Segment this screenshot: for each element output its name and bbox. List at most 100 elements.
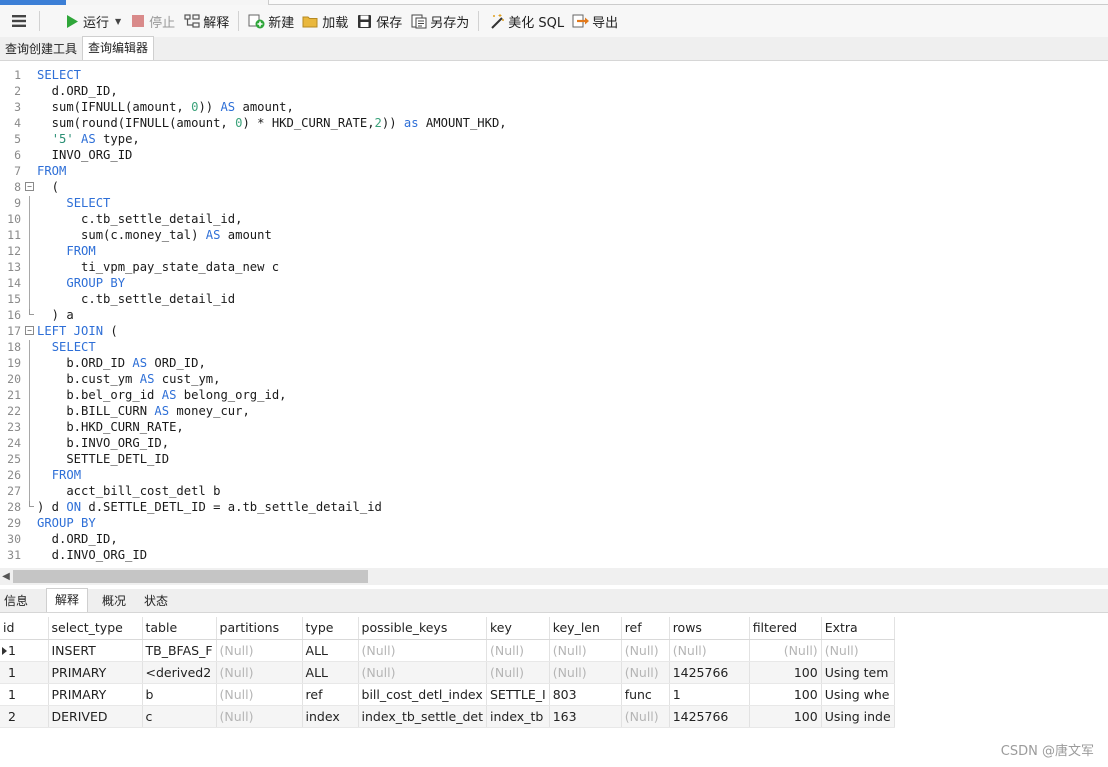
- stop-button[interactable]: 停止: [125, 9, 179, 33]
- code-line[interactable]: 7 FROM: [0, 163, 1108, 179]
- code-line[interactable]: 5 '5' AS type,: [0, 131, 1108, 147]
- cell-key[interactable]: SETTLE_I: [486, 683, 550, 706]
- cell-table[interactable]: TB_BFAS_F: [142, 639, 217, 662]
- table-row[interactable]: 1 PRIMARY <derived2 (Null) ALL (Null) (Null) (N…: [0, 661, 895, 684]
- code-line[interactable]: 1 SELECT: [0, 67, 1108, 83]
- fold-toggle-icon[interactable]: −: [25, 182, 34, 191]
- cell-id[interactable]: 1: [0, 661, 49, 684]
- cell-filtered[interactable]: 100: [749, 683, 822, 706]
- menu-button[interactable]: [4, 9, 34, 33]
- cell-ref[interactable]: (Null): [621, 661, 670, 684]
- code-line[interactable]: 25 SETTLE_DETL_ID: [0, 451, 1108, 467]
- cell-key_len[interactable]: 163: [549, 705, 622, 728]
- code-line[interactable]: 28) d ON d.SETTLE_DETL_ID = a.tb_settle_…: [0, 499, 1108, 515]
- column-header-key[interactable]: key: [486, 617, 550, 640]
- fold-toggle-icon[interactable]: −: [25, 326, 34, 335]
- cell-type[interactable]: index: [302, 705, 359, 728]
- code-line[interactable]: 18 SELECT: [0, 339, 1108, 355]
- code-line[interactable]: 8− (: [0, 179, 1108, 195]
- cell-type[interactable]: ALL: [302, 661, 359, 684]
- code-line[interactable]: 19 b.ORD_ID AS ORD_ID,: [0, 355, 1108, 371]
- cell-select_type[interactable]: INSERT: [48, 639, 143, 662]
- cell-rows[interactable]: 1: [669, 683, 750, 706]
- cell-key_len[interactable]: (Null): [549, 661, 622, 684]
- code-line[interactable]: 22 b.BILL_CURN AS money_cur,: [0, 403, 1108, 419]
- code-line[interactable]: 31 d.INVO_ORG_ID: [0, 547, 1108, 563]
- tab-explain[interactable]: 解释: [46, 588, 89, 612]
- table-row[interactable]: 2 DERIVED c (Null) index index_tb_settle_det i…: [0, 705, 895, 728]
- cell-type[interactable]: ALL: [302, 639, 359, 662]
- cell-partitions[interactable]: (Null): [216, 683, 303, 706]
- column-header-possible_keys[interactable]: possible_keys: [358, 617, 488, 640]
- cell-id[interactable]: 2: [0, 705, 49, 728]
- tab-query-editor[interactable]: 查询编辑器: [82, 36, 155, 60]
- cell-select_type[interactable]: DERIVED: [48, 705, 143, 728]
- save-button[interactable]: 保存: [352, 9, 406, 33]
- cell-possible_keys[interactable]: (Null): [358, 661, 488, 684]
- code-line[interactable]: 6 INVO_ORG_ID: [0, 147, 1108, 163]
- code-line[interactable]: 20 b.cust_ym AS cust_ym,: [0, 371, 1108, 387]
- save-as-button[interactable]: 另存为: [406, 9, 473, 33]
- cell-Extra[interactable]: (Null): [821, 639, 895, 662]
- cell-select_type[interactable]: PRIMARY: [48, 661, 143, 684]
- code-line[interactable]: 21 b.bel_org_id AS belong_org_id,: [0, 387, 1108, 403]
- cell-key[interactable]: (Null): [486, 639, 550, 662]
- cell-id[interactable]: 1: [0, 683, 49, 706]
- code-line[interactable]: 29 GROUP BY: [0, 515, 1108, 531]
- run-dropdown-icon[interactable]: ▼: [115, 17, 121, 26]
- code-line[interactable]: 3 sum(IFNULL(amount, 0)) AS amount,: [0, 99, 1108, 115]
- table-row[interactable]: 1 INSERT TB_BFAS_F (Null) ALL (Null) (Null) (Nu…: [0, 639, 895, 662]
- cell-rows[interactable]: 1425766: [669, 661, 750, 684]
- cell-Extra[interactable]: Using tem: [821, 661, 895, 684]
- code-line[interactable]: 4 sum(round(IFNULL(amount, 0) * HKD_CURN…: [0, 115, 1108, 131]
- cell-table[interactable]: <derived2: [142, 661, 217, 684]
- code-line[interactable]: 14 GROUP BY: [0, 275, 1108, 291]
- tab-status[interactable]: 状态: [140, 590, 172, 612]
- scrollbar-thumb[interactable]: [13, 570, 368, 583]
- cell-Extra[interactable]: Using inde: [821, 705, 895, 728]
- cell-Extra[interactable]: Using whe: [821, 683, 895, 706]
- cell-select_type[interactable]: PRIMARY: [48, 683, 143, 706]
- export-button[interactable]: 导出: [568, 9, 622, 33]
- cell-filtered[interactable]: 100: [749, 661, 822, 684]
- cell-key_len[interactable]: 803: [549, 683, 622, 706]
- column-header-filtered[interactable]: filtered: [749, 617, 822, 640]
- cell-key[interactable]: index_tb: [486, 705, 550, 728]
- new-button[interactable]: 新建: [244, 9, 298, 33]
- cell-filtered[interactable]: 100: [749, 705, 822, 728]
- column-header-Extra[interactable]: Extra: [821, 617, 895, 640]
- column-header-partitions[interactable]: partitions: [216, 617, 303, 640]
- code-line[interactable]: 27 acct_bill_cost_detl b: [0, 483, 1108, 499]
- cell-ref[interactable]: (Null): [621, 705, 670, 728]
- editor-horizontal-scrollbar[interactable]: ◀: [0, 568, 1108, 585]
- load-button[interactable]: 加载: [298, 9, 352, 33]
- sql-code-editor[interactable]: 1 SELECT 2 d.ORD_ID, 3 sum(IFNULL(amount, 0…: [0, 62, 1108, 568]
- code-line[interactable]: 12 FROM: [0, 243, 1108, 259]
- cell-key_len[interactable]: (Null): [549, 639, 622, 662]
- cell-table[interactable]: b: [142, 683, 217, 706]
- tab-info[interactable]: 信息: [0, 590, 32, 612]
- cell-partitions[interactable]: (Null): [216, 639, 303, 662]
- cell-rows[interactable]: 1425766: [669, 705, 750, 728]
- code-line[interactable]: 11 sum(c.money_tal) AS amount: [0, 227, 1108, 243]
- column-header-table[interactable]: table: [142, 617, 217, 640]
- column-header-select_type[interactable]: select_type: [48, 617, 143, 640]
- explain-button[interactable]: 解释: [179, 9, 233, 33]
- code-line[interactable]: 16 ) a: [0, 307, 1108, 323]
- tab-profile[interactable]: 概况: [98, 590, 130, 612]
- cell-filtered[interactable]: (Null): [749, 639, 822, 662]
- code-line[interactable]: 10 c.tb_settle_detail_id,: [0, 211, 1108, 227]
- code-line[interactable]: 30 d.ORD_ID,: [0, 531, 1108, 547]
- cell-type[interactable]: ref: [302, 683, 359, 706]
- code-line[interactable]: 23 b.HKD_CURN_RATE,: [0, 419, 1108, 435]
- column-header-id[interactable]: id: [0, 617, 49, 640]
- code-line[interactable]: 2 d.ORD_ID,: [0, 83, 1108, 99]
- tab-query-builder[interactable]: 查询创建工具: [0, 38, 82, 60]
- scroll-left-arrow-icon[interactable]: ◀: [0, 568, 12, 585]
- cell-possible_keys[interactable]: bill_cost_detl_index: [358, 683, 488, 706]
- code-line[interactable]: 13 ti_vpm_pay_state_data_new c: [0, 259, 1108, 275]
- column-header-key_len[interactable]: key_len: [549, 617, 622, 640]
- code-line[interactable]: 15 c.tb_settle_detail_id: [0, 291, 1108, 307]
- cell-key[interactable]: (Null): [486, 661, 550, 684]
- column-header-rows[interactable]: rows: [669, 617, 750, 640]
